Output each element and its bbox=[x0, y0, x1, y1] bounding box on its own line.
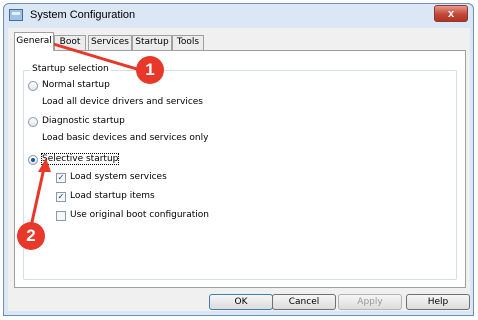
annotation-arrows bbox=[30, 36, 142, 224]
tab-general[interactable]: General bbox=[14, 32, 54, 51]
annotation-marker-2: 2 bbox=[17, 222, 45, 250]
arrow-2 bbox=[30, 158, 51, 224]
annotation-marker-1: 1 bbox=[136, 56, 164, 84]
